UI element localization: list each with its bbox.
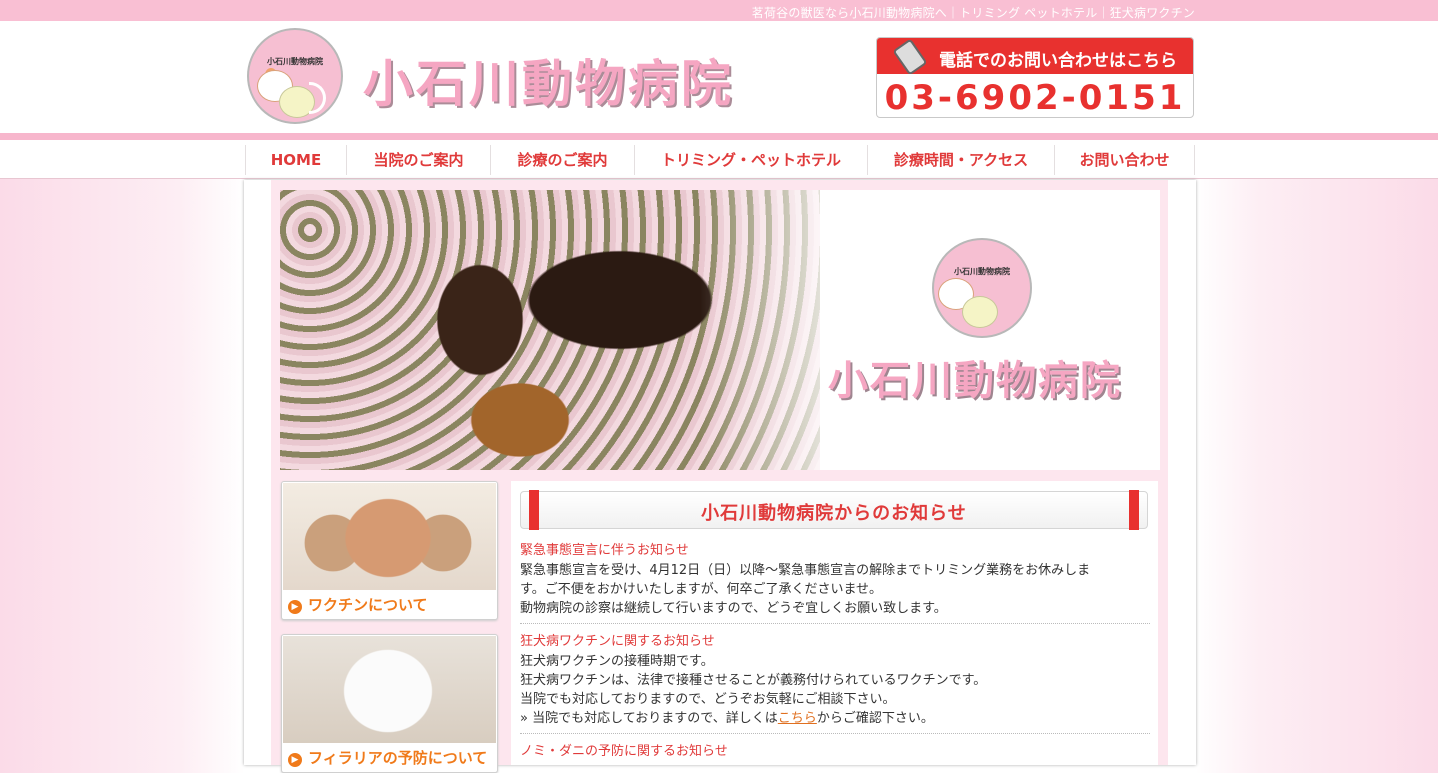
cat-icon [962,296,998,328]
phone-number[interactable]: 03-6902-0151 [877,78,1193,117]
site-logo[interactable]: 小石川動物病院 [247,28,343,124]
news-item-body: 狂犬病ワクチンの接種時期です。 狂犬病ワクチンは、法律で接種させることが義務付け… [520,652,1150,728]
news-item-title[interactable]: 緊急事態宣言に伴うお知らせ [520,539,1150,558]
hero-logo: 小石川動物病院 [932,238,1032,338]
hero-fade [700,190,860,470]
site-title[interactable]: 小石川動物病院 [363,44,734,116]
main-nav: HOME 当院のご案内 診療のご案内 トリミング・ペットホテル 診療時間・アクセ… [0,140,1438,179]
hero-logo-text: 小石川動物病院 [954,267,1010,276]
news-divider [520,733,1150,734]
news-link-line: » 当院でも対応しておりますので、詳しくはこちらからご確認下さい。 [520,711,934,726]
news-item-title[interactable]: ノミ・ダニの予防に関するお知らせ [520,740,1150,759]
news-item-title[interactable]: 狂犬病ワクチンに関するお知らせ [520,630,1150,649]
phone-label: 電話でのお問い合わせはこちら [939,51,1177,71]
hero-title: 小石川動物病院 [828,358,1122,404]
nav-item-medical[interactable]: 診療のご案内 [490,145,634,175]
details-link[interactable]: こちら [778,711,817,726]
news-divider [520,623,1150,624]
nav-item-about[interactable]: 当院のご案内 [346,145,490,175]
news-item-body: 緊急事態宣言を受け、4月12日（日）以降〜緊急事態宣言の解除までトリミング業務を… [520,563,1091,616]
news-item: 緊急事態宣言に伴うお知らせ 緊急事態宣言を受け、4月12日（日）以降〜緊急事態宣… [520,539,1150,618]
vaccine-banner[interactable]: ▶ ワクチンについて [281,481,498,620]
phone-header: 電話でのお問い合わせはこちら [877,38,1193,76]
logo-text: 小石川動物病院 [267,57,323,66]
phone-icon [892,38,928,76]
header-divider [0,133,1438,140]
phone-contact-box[interactable]: 電話でのお問い合わせはこちら 03-6902-0151 [876,37,1194,118]
news-section: 小石川動物病院からのお知らせ 緊急事態宣言に伴うお知らせ 緊急事態宣言を受け、4… [511,481,1158,765]
nav-item-hours-access[interactable]: 診療時間・アクセス [867,145,1054,175]
poodle-photo [283,483,496,590]
nav-item-trimming-hotel[interactable]: トリミング・ペットホテル [634,145,867,175]
hero-banner: 小石川動物病院 小石川動物病院 [280,190,1160,470]
top-strip: 茗荷谷の獣医なら小石川動物病院へ｜トリミング ペットホテル｜狂犬病ワクチン [0,0,1438,21]
nav-item-contact[interactable]: お問い合わせ [1054,145,1195,175]
filaria-banner[interactable]: ▶ フィラリアの予防について [281,634,498,773]
news-item: 狂犬病ワクチンに関するお知らせ 狂犬病ワクチンの接種時期です。 狂犬病ワクチンは… [520,630,1150,728]
white-dog-photo [283,636,496,743]
news-header: 小石川動物病院からのお知らせ [520,490,1148,530]
top-strip-text: 茗荷谷の獣医なら小石川動物病院へ｜トリミング ペットホテル｜狂犬病ワクチン [751,6,1195,20]
news-heading: 小石川動物病院からのお知らせ [701,503,967,524]
nav-item-home[interactable]: HOME [245,145,346,175]
cat-tail-icon [309,82,326,114]
news-item: ノミ・ダニの予防に関するお知らせ [520,740,1150,762]
vaccine-banner-label: ▶ ワクチンについて [288,594,428,615]
arrow-right-icon: ▶ [288,600,302,614]
